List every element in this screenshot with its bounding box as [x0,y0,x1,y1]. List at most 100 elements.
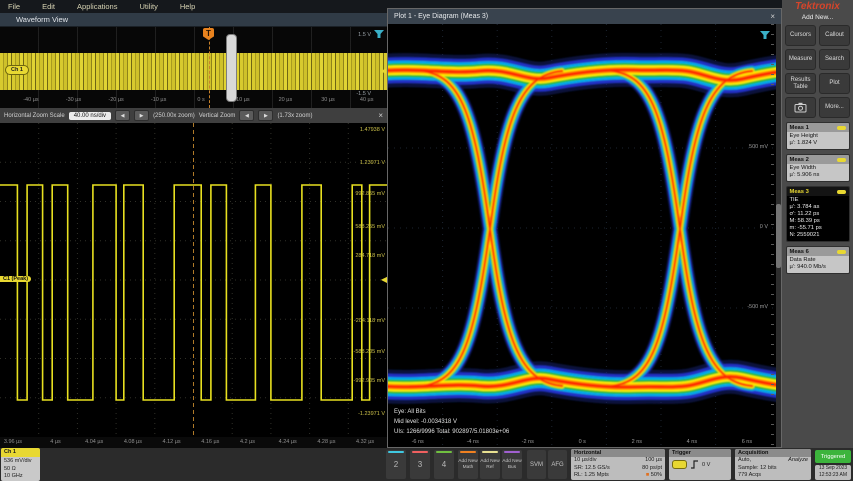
overview-x-tick: 0 s [197,97,204,103]
h-zoom-decrease-button[interactable]: ◀ [115,110,130,121]
tektronix-logo: Tektronix [782,1,853,14]
eye-x-tick: 2 ns [632,439,642,445]
measure-button[interactable]: Measure [785,49,816,70]
eye-info-line: Mid level: -0.0034318 V [394,419,457,425]
trigger-level-arrow-icon[interactable]: ◀ [381,67,386,75]
zoom-y-tick: -204.118 mV [354,318,385,324]
menu-file[interactable]: File [8,2,20,11]
meas6-badge[interactable]: Meas 6 Data Rate µ': 940.0 Mb/s [786,246,850,274]
add-new-label: Add New... [782,14,853,24]
horizontal-panel[interactable]: Horizontal 10 µs/div 100 µs SR: 12.5 GS/… [571,449,665,480]
eye-zoom-funnel-icon[interactable] [759,30,771,40]
c1-cursor-badge[interactable]: C1 (Peak) [0,276,31,282]
results-table-button[interactable]: Results Table [785,73,816,94]
meas2-badge[interactable]: Meas 2 Eye Width µ': 5.906 ns [786,154,850,182]
meas3-value: m: -55.71 ps [790,225,846,232]
eye-right-tick-marks [771,24,774,447]
acquisition-count: 779 Acqs [738,472,761,480]
add-new-math-button[interactable]: Add New Math [458,450,478,479]
waveform-view-titlebar: Waveform View [0,13,387,27]
trigger-source-badge [672,460,687,469]
overview-x-tick: -30 µs [66,97,81,103]
add-new-bus-button[interactable]: Add New Bus [502,450,522,479]
callout-button[interactable]: Callout [819,25,850,46]
eye-x-tick: -6 ns [412,439,424,445]
zoom-x-tick: 3.96 µs [4,439,22,445]
right-sidebar: Tektronix Add New... Cursors Callout Mea… [782,0,853,448]
zoom-y-tick: 284.718 mV [355,253,385,259]
bottom-settings-bar: Ch 1 536 mV/div 50 Ω 10 GHz 2 3 4 Add Ne… [0,448,853,481]
horizontal-zoom-scale-input[interactable]: 40.00 ns/div [69,112,111,120]
zoom-y-tick: 588.255 mV [355,224,385,230]
triggered-status-button[interactable]: Triggered [815,450,851,463]
eye-info-line: Eye: All Bits [394,409,426,415]
eye-diagram-svg [388,24,781,447]
horizontal-window: 100 µs [645,457,662,465]
eye-y-tick: -500 mV [747,304,768,310]
sample-resolution: 80 ps/pt [642,465,662,473]
zoom-x-tick: 4.08 µs [124,439,142,445]
acquisition-panel[interactable]: Acquisition Auto, Analyze Sample: 12 bit… [735,449,811,480]
menu-utility[interactable]: Utility [139,2,157,11]
ch1-waveform-handle[interactable]: Ch 1 [5,65,29,75]
datetime-display: 13 Sep 2023 12:53:23 AM [815,465,851,480]
meas3-value: µ': 3.784 as [790,204,846,211]
zoom-x-tick: 4.32 µs [356,439,374,445]
horizontal-panel-title: Horizontal [571,449,665,457]
zoom-funnel-icon[interactable] [373,29,385,39]
zoom-x-tick: 4.16 µs [201,439,219,445]
zoom-y-tick: 992.855 mV [355,191,385,197]
v-zoom-increase-button[interactable]: ▶ [258,110,273,121]
zoom-x-tick: 4.28 µs [317,439,335,445]
overview-x-tick: 30 µs [321,97,335,103]
zoom-y-tick: 1.47938 V [360,127,385,133]
acquisition-sample: Sample: 12 bits [738,465,777,473]
trigger-panel[interactable]: Trigger 0 V [669,449,731,480]
zoom-window-handle[interactable] [226,34,237,102]
horizontal-zoom-factor: (250.00x zoom) [153,113,195,119]
eye-diagram-titlebar[interactable]: Plot 1 - Eye Diagram (Meas 3) × [388,9,781,24]
ch3-button[interactable]: 3 [410,450,430,479]
eye-window-close-icon[interactable]: × [770,12,775,21]
overview-x-tick: 40 µs [360,97,374,103]
bus-color-stripe [504,451,520,453]
ch2-button[interactable]: 2 [386,450,406,479]
vertical-zoom-label: Vertical Zoom [199,113,236,119]
zoom-bar-close-icon[interactable]: × [378,111,383,120]
record-length: RL: 1.25 Mpts [574,472,609,480]
ch1-bandwidth: 10 GHz [4,473,40,481]
eye-y-tick: 0 V [760,224,768,230]
search-button[interactable]: Search [819,49,850,70]
zoom-x-tick: 4 µs [50,439,61,445]
meas6-name: Data Rate [790,257,846,264]
v-zoom-decrease-button[interactable]: ◀ [239,110,254,121]
add-new-ref-button[interactable]: Add New Ref [480,450,500,479]
waveform-view-panel: Waveform View Ch 1 T 1.5 V -1.5 V ◀ -40 … [0,13,387,448]
screenshot-button[interactable] [785,97,816,118]
meas2-id: Meas 2 [790,157,809,163]
date: 13 Sep 2023 [815,465,851,472]
trigger-panel-title: Trigger [669,449,731,457]
add-math-label: Add New Math [458,459,478,469]
ch1-impedance: 50 Ω [4,466,40,474]
add-bus-label: Add New Bus [502,459,522,469]
meas3-badge[interactable]: Meas 3 TIE µ': 3.784 as σ': 11.22 ps M: … [786,186,850,242]
ch1-settings-badge[interactable]: Ch 1 536 mV/div 50 Ω 10 GHz [1,448,40,481]
menu-applications[interactable]: Applications [77,2,117,11]
menu-help[interactable]: Help [180,2,195,11]
svm-button[interactable]: SVM [527,450,546,479]
h-zoom-increase-button[interactable]: ▶ [134,110,149,121]
eye-info-line: UIs: 1266/9996 Total: 902897/5.01803e+06 [394,429,509,435]
cursors-button[interactable]: Cursors [785,25,816,46]
overview-x-tick: 20 µs [279,97,293,103]
eye-scrollbar-thumb[interactable] [776,204,781,268]
more-button[interactable]: More... [819,97,850,118]
ch4-button[interactable]: 4 [434,450,454,479]
afg-button[interactable]: AFG [548,450,567,479]
zoom-x-tick: 4.12 µs [163,439,181,445]
meas1-badge[interactable]: Meas 1 Eye Height µ': 1.824 V [786,122,850,150]
menu-edit[interactable]: Edit [42,2,55,11]
zoom-y-tick: -1.23971 V [358,411,385,417]
time: 12:53:23 AM [815,472,851,479]
plot-button[interactable]: Plot [819,73,850,94]
